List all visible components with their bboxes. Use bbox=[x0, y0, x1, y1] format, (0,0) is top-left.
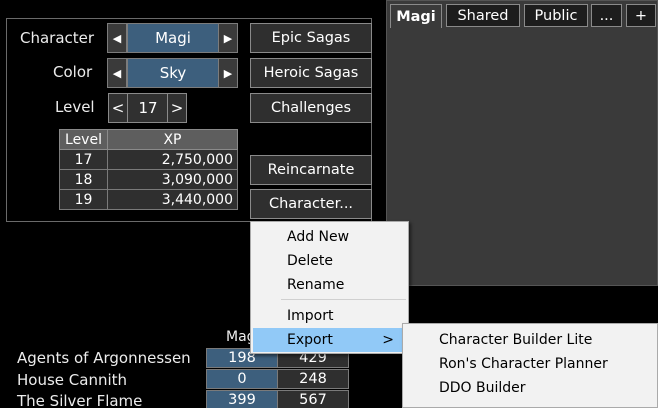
level-label: Level bbox=[55, 98, 95, 116]
favor-cell: 248 bbox=[277, 369, 349, 389]
favor-cell: 567 bbox=[277, 390, 349, 408]
character-context-menu: Add New Delete Rename Import Export > bbox=[250, 221, 409, 354]
level-value: 17 bbox=[128, 93, 168, 123]
character-menu-button[interactable]: Character... bbox=[250, 189, 372, 219]
tab-public[interactable]: Public bbox=[524, 4, 588, 27]
menu-item-ddo-builder[interactable]: DDO Builder bbox=[405, 376, 655, 400]
character-next-button[interactable]: ▶ bbox=[218, 23, 238, 53]
favor-cell: 0 bbox=[206, 369, 278, 389]
menu-item-character-builder-lite[interactable]: Character Builder Lite bbox=[405, 328, 655, 352]
table-row: 17 2,750,000 bbox=[59, 149, 238, 170]
character-select[interactable]: Magi bbox=[127, 23, 219, 53]
level-increment-button[interactable]: > bbox=[167, 93, 187, 123]
menu-item-rename[interactable]: Rename bbox=[253, 273, 406, 297]
tab-add[interactable]: + bbox=[626, 4, 656, 27]
table-row: 19 3,440,000 bbox=[59, 189, 238, 210]
xp-value-cell: 3,090,000 bbox=[107, 169, 238, 190]
menu-item-rons-character-planner[interactable]: Ron's Character Planner bbox=[405, 352, 655, 376]
submenu-arrow-icon: > bbox=[382, 332, 394, 348]
tab-magi[interactable]: Magi bbox=[390, 4, 442, 28]
menu-item-import[interactable]: Import bbox=[253, 304, 406, 328]
export-submenu: Character Builder Lite Ron's Character P… bbox=[402, 323, 658, 408]
xp-level-cell: 18 bbox=[59, 169, 108, 190]
challenges-button[interactable]: Challenges bbox=[250, 93, 372, 123]
menu-separator bbox=[281, 299, 406, 300]
xp-value-cell: 3,440,000 bbox=[107, 189, 238, 210]
epic-sagas-button[interactable]: Epic Sagas bbox=[250, 23, 372, 53]
menu-item-delete[interactable]: Delete bbox=[253, 249, 406, 273]
favor-cell: 399 bbox=[206, 390, 278, 408]
xp-level-cell: 19 bbox=[59, 189, 108, 210]
reincarnate-button[interactable]: Reincarnate bbox=[250, 155, 372, 185]
xp-table: Level XP 17 2,750,000 18 3,090,000 19 3,… bbox=[59, 129, 238, 210]
color-label: Color bbox=[53, 63, 93, 81]
character-prev-button[interactable]: ◀ bbox=[107, 23, 127, 53]
color-select[interactable]: Sky bbox=[127, 58, 219, 88]
xp-table-header-xp: XP bbox=[107, 129, 238, 150]
favor-name: The Silver Flame bbox=[17, 392, 143, 408]
character-label: Character bbox=[20, 29, 95, 47]
menu-item-export[interactable]: Export > bbox=[253, 328, 406, 352]
table-row: 18 3,090,000 bbox=[59, 169, 238, 190]
color-next-button[interactable]: ▶ bbox=[218, 58, 238, 88]
xp-level-cell: 17 bbox=[59, 149, 108, 170]
favor-name: Agents of Argonnessen bbox=[17, 349, 191, 367]
xp-table-header-level: Level bbox=[59, 129, 108, 150]
xp-value-cell: 2,750,000 bbox=[107, 149, 238, 170]
menu-item-export-label: Export bbox=[287, 332, 333, 348]
color-prev-button[interactable]: ◀ bbox=[107, 58, 127, 88]
level-decrement-button[interactable]: < bbox=[108, 93, 128, 123]
favor-name: House Cannith bbox=[17, 371, 128, 389]
tab-more[interactable]: ... bbox=[591, 4, 622, 27]
heroic-sagas-button[interactable]: Heroic Sagas bbox=[250, 58, 372, 88]
tab-shared[interactable]: Shared bbox=[446, 4, 520, 27]
menu-item-add-new[interactable]: Add New bbox=[253, 225, 406, 249]
notes-panel bbox=[386, 0, 658, 286]
